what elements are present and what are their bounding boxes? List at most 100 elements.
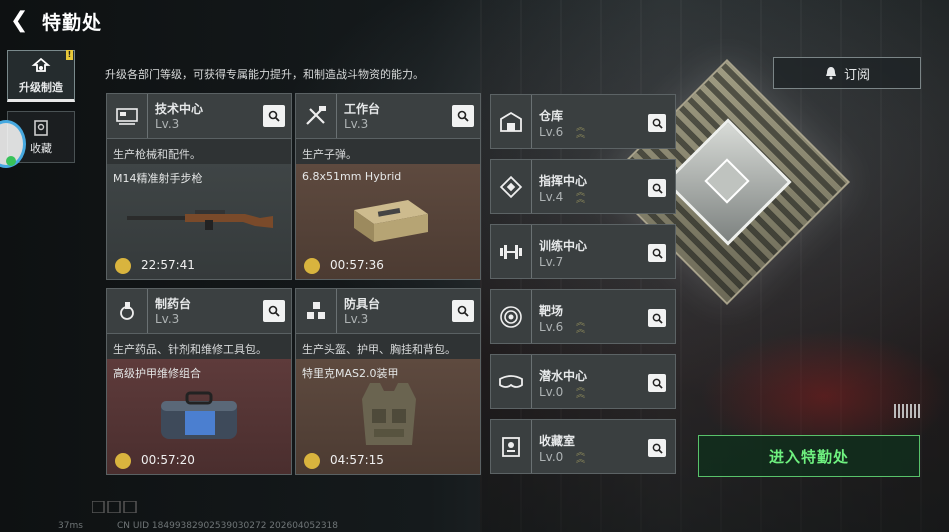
department-name: 潜水中心 bbox=[539, 369, 588, 383]
department-warehouse[interactable]: 仓库 Lv.6 ︽ ︽ bbox=[490, 94, 676, 149]
workshop-description: 生产子弹。 bbox=[302, 148, 357, 161]
rail-tab-label: 升级制造 bbox=[19, 81, 63, 94]
page-indicator bbox=[92, 501, 137, 513]
card-header: 工作台 Lv.3 bbox=[296, 94, 480, 139]
collection-icon bbox=[34, 120, 48, 136]
upgrade-available-icon: ︽ ︽ bbox=[576, 383, 586, 400]
workbench-icon bbox=[296, 94, 337, 138]
department-level: Lv.7 bbox=[539, 255, 564, 269]
tech-center-icon bbox=[107, 94, 148, 138]
production-timer: 04:57:15 bbox=[330, 453, 384, 467]
search-icon[interactable] bbox=[263, 105, 285, 127]
network-ping: 37ms bbox=[58, 521, 83, 531]
workshop-description: 生产头盔、护甲、胸挂和背包。 bbox=[302, 343, 456, 356]
production-timer: 00:57:36 bbox=[330, 258, 384, 272]
collection-room-icon bbox=[491, 420, 532, 473]
subscribe-label: 订阅 bbox=[843, 67, 870, 83]
workshop-card-workbench[interactable]: 工作台 Lv.3 生产子弹。 6.8x51mm Hybrid 00:57:36 bbox=[295, 93, 481, 280]
page-title: 特勤处 bbox=[42, 12, 103, 34]
training-icon bbox=[491, 225, 532, 278]
workshop-card-tech-center[interactable]: 技术中心 Lv.3 生产枪械和配件。 M14精准射手步枪 22:57:41 bbox=[106, 93, 292, 280]
workshop-name: 防具台 bbox=[344, 297, 381, 311]
department-name: 训练中心 bbox=[539, 239, 588, 253]
department-command-center[interactable]: 指挥中心 Lv.4 ︽ ︽ bbox=[490, 159, 676, 214]
search-icon[interactable] bbox=[452, 105, 474, 127]
department-level: Lv.4 bbox=[539, 190, 564, 204]
diving-icon bbox=[491, 355, 532, 408]
department-name: 收藏室 bbox=[539, 434, 576, 448]
item-name: M14精准射手步枪 bbox=[113, 172, 203, 185]
workshop-card-armor-bench[interactable]: 防具台 Lv.3 生产头盔、护甲、胸挂和背包。 特里克MAS2.0装甲 04:5… bbox=[295, 288, 481, 475]
notification-badge: ! bbox=[66, 50, 73, 60]
card-header: 防具台 Lv.3 bbox=[296, 289, 480, 334]
workshop-name: 技术中心 bbox=[155, 102, 204, 116]
search-icon[interactable] bbox=[648, 114, 666, 132]
search-icon[interactable] bbox=[648, 439, 666, 457]
workshop-description: 生产枪械和配件。 bbox=[113, 148, 201, 161]
timer-icon bbox=[304, 258, 320, 274]
workshop-level: Lv.3 bbox=[344, 117, 369, 131]
background-glow bbox=[700, 330, 949, 440]
department-name: 指挥中心 bbox=[539, 174, 588, 188]
pharmacy-icon bbox=[107, 289, 148, 333]
subscribe-button[interactable]: 订阅 bbox=[773, 57, 921, 89]
department-name: 仓库 bbox=[539, 109, 564, 123]
search-icon[interactable] bbox=[263, 300, 285, 322]
workshop-description: 生产药品、针剂和维修工具包。 bbox=[113, 343, 267, 356]
workshop-level: Lv.3 bbox=[155, 117, 180, 131]
upgrade-available-icon: ︽ ︽ bbox=[576, 123, 586, 140]
page-description: 升级各部门等级，可获得专属能力提升，和制造战斗物资的能力。 bbox=[105, 68, 424, 81]
wifi-status-icon bbox=[6, 156, 16, 166]
card-header: 制药台 Lv.3 bbox=[107, 289, 291, 334]
decorative-barcode bbox=[894, 404, 920, 418]
rifle-image bbox=[127, 210, 273, 230]
back-arrow-icon[interactable]: ❮ bbox=[10, 9, 32, 33]
ammo-box-image bbox=[354, 200, 428, 242]
search-icon[interactable] bbox=[648, 374, 666, 392]
production-slot[interactable]: M14精准射手步枪 22:57:41 bbox=[107, 164, 291, 279]
workshop-level: Lv.3 bbox=[155, 312, 180, 326]
department-collection-room[interactable]: 收藏室 Lv.0 ︽ ︽ bbox=[490, 419, 676, 474]
department-shooting-range[interactable]: 靶场 Lv.6 ︽ ︽ bbox=[490, 289, 676, 344]
timer-icon bbox=[304, 453, 320, 469]
timer-icon bbox=[115, 258, 131, 274]
user-id-footer: CN UID 18499382902539030272 202604052318 bbox=[117, 521, 339, 531]
item-name: 高级护甲维修组合 bbox=[113, 367, 201, 380]
department-name: 靶场 bbox=[539, 304, 564, 318]
department-training-center[interactable]: 训练中心 Lv.7 bbox=[490, 224, 676, 279]
target-icon bbox=[491, 290, 532, 343]
workshop-level: Lv.3 bbox=[344, 312, 369, 326]
search-icon[interactable] bbox=[452, 300, 474, 322]
production-slot[interactable]: 高级护甲维修组合 00:57:20 bbox=[107, 359, 291, 474]
department-level: Lv.6 bbox=[539, 125, 564, 139]
search-icon[interactable] bbox=[648, 179, 666, 197]
command-center-icon bbox=[491, 160, 532, 213]
enter-special-ops-button[interactable]: 进入特勤处 bbox=[698, 435, 920, 477]
workshop-name: 工作台 bbox=[344, 102, 381, 116]
upgrade-icon bbox=[31, 57, 51, 72]
department-level: Lv.0 bbox=[539, 450, 564, 464]
warehouse-icon bbox=[491, 95, 532, 148]
department-level: Lv.0 bbox=[539, 385, 564, 399]
production-timer: 22:57:41 bbox=[141, 258, 195, 272]
item-name: 6.8x51mm Hybrid bbox=[302, 170, 402, 183]
upgrade-available-icon: ︽ ︽ bbox=[576, 318, 586, 335]
department-level: Lv.6 bbox=[539, 320, 564, 334]
timer-icon bbox=[115, 453, 131, 469]
repair-kit-image bbox=[161, 391, 237, 439]
card-header: 技术中心 Lv.3 bbox=[107, 94, 291, 139]
production-slot[interactable]: 特里克MAS2.0装甲 04:57:15 bbox=[296, 359, 480, 474]
armor-vest-image bbox=[362, 383, 416, 445]
bell-icon bbox=[825, 67, 836, 80]
department-diving-center[interactable]: 潜水中心 Lv.0 ︽ ︽ bbox=[490, 354, 676, 409]
search-icon[interactable] bbox=[648, 244, 666, 262]
upgrade-available-icon: ︽ ︽ bbox=[576, 448, 586, 465]
upgrade-available-icon: ︽ ︽ bbox=[576, 188, 586, 205]
workshop-name: 制药台 bbox=[155, 297, 192, 311]
workshop-card-pharmacy[interactable]: 制药台 Lv.3 生产药品、针剂和维修工具包。 高级护甲维修组合 00:57:2… bbox=[106, 288, 292, 475]
rail-tab-upgrade[interactable]: 升级制造 bbox=[7, 50, 75, 102]
production-timer: 00:57:20 bbox=[141, 453, 195, 467]
search-icon[interactable] bbox=[648, 309, 666, 327]
armor-bench-icon bbox=[296, 289, 337, 333]
production-slot[interactable]: 6.8x51mm Hybrid 00:57:36 bbox=[296, 164, 480, 279]
